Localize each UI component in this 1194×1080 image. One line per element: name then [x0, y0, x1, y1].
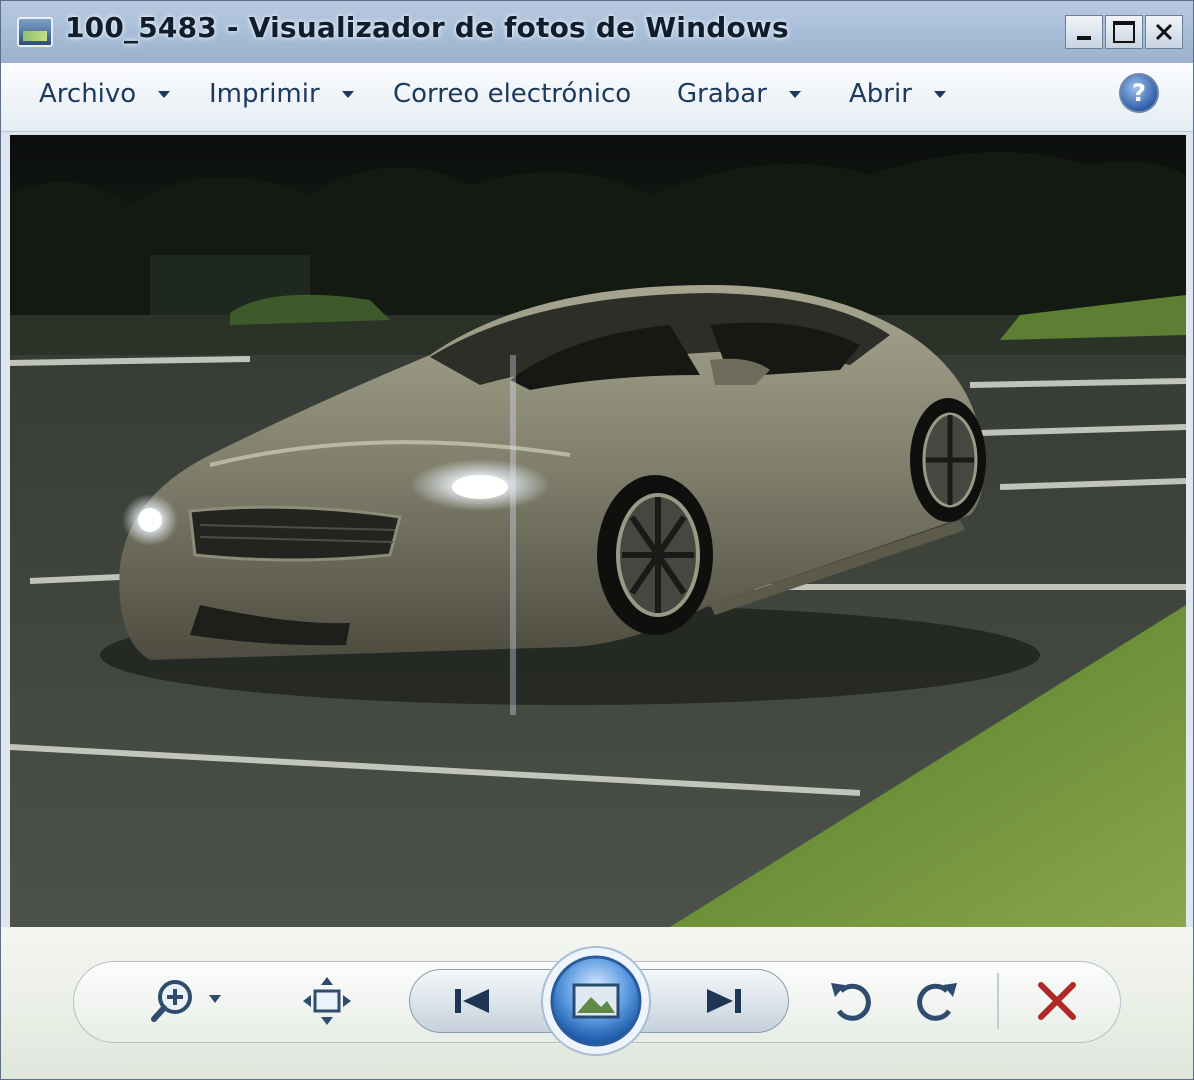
rotate-counterclockwise-button[interactable]: [823, 973, 879, 1029]
close-icon: [1155, 23, 1173, 41]
window-title: 100_5483 - Visualizador de fotos de Wind…: [65, 11, 789, 44]
rear-wheel: [910, 398, 986, 522]
menu-imprimir-label: Imprimir: [209, 79, 320, 109]
delete-button[interactable]: [1029, 973, 1085, 1029]
chevron-down-icon: [933, 90, 946, 98]
photo-viewer-window: 100_5483 - Visualizador de fotos de Wind…: [0, 0, 1194, 1080]
slideshow-icon: [541, 946, 651, 1056]
minimize-button[interactable]: [1065, 15, 1103, 49]
maximize-button[interactable]: [1105, 15, 1143, 49]
previous-button[interactable]: [441, 977, 505, 1025]
fit-to-window-icon: [303, 977, 351, 1025]
delete-icon: [1038, 982, 1076, 1020]
chevron-down-icon: [158, 90, 171, 98]
next-button[interactable]: [691, 977, 755, 1025]
fit-to-window-button[interactable]: [297, 973, 357, 1029]
menu-grabar-label: Grabar: [677, 79, 767, 109]
car-photo: [10, 135, 1186, 927]
menu-correo-electronico[interactable]: Correo electrónico: [393, 79, 631, 109]
close-button[interactable]: [1145, 15, 1183, 49]
rotate-counterclockwise-icon: [831, 983, 871, 1021]
toolbar-separator: [997, 973, 999, 1029]
minimize-icon: [1077, 36, 1091, 40]
slideshow-button[interactable]: [537, 945, 655, 1057]
photo-display[interactable]: [10, 135, 1186, 927]
previous-icon: [455, 989, 489, 1013]
zoom-icon: [151, 980, 221, 1022]
menu-correo-electronico-label: Correo electrónico: [393, 79, 632, 109]
menu-archivo-label: Archivo: [39, 79, 137, 109]
menu-bar: Archivo Imprimir Correo electrónico Grab…: [1, 63, 1193, 132]
front-wheel: [597, 475, 713, 635]
menu-grabar[interactable]: Grabar: [677, 79, 801, 109]
title-bar[interactable]: 100_5483 - Visualizador de fotos de Wind…: [1, 1, 1193, 64]
chevron-down-icon: [341, 90, 354, 98]
rotate-clockwise-icon: [917, 983, 957, 1021]
menu-abrir[interactable]: Abrir: [849, 79, 946, 109]
maximize-icon: [1113, 21, 1135, 43]
help-icon[interactable]: ?: [1119, 73, 1159, 113]
photo-viewer-app-icon[interactable]: [17, 17, 53, 47]
zoom-button[interactable]: [149, 973, 235, 1029]
menu-archivo[interactable]: Archivo: [39, 79, 171, 109]
chevron-down-icon: [788, 90, 801, 98]
rotate-clockwise-button[interactable]: [909, 973, 965, 1029]
menu-abrir-label: Abrir: [849, 79, 912, 109]
menu-imprimir[interactable]: Imprimir: [209, 79, 354, 109]
window-controls: [1065, 15, 1183, 49]
next-icon: [707, 989, 741, 1013]
